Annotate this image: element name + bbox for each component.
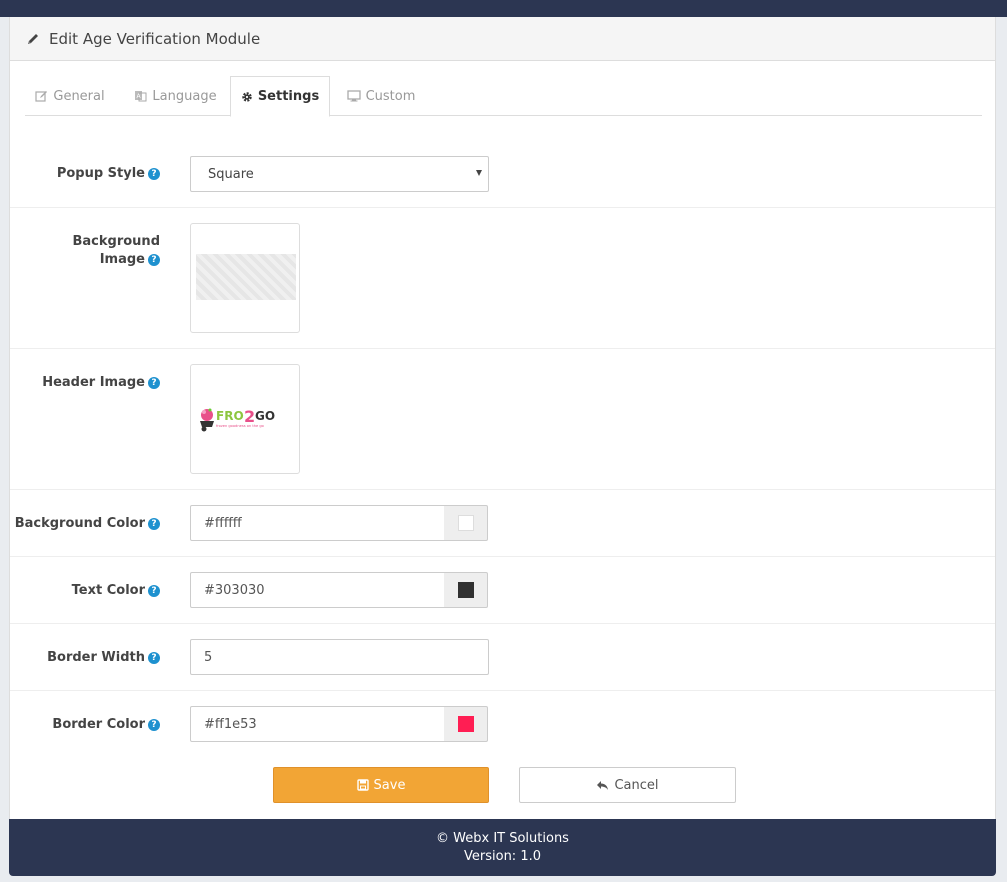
header-image-label: Header Image? xyxy=(10,374,160,392)
popup-style-row: Popup Style? Square xyxy=(10,141,995,208)
footer-copyright: © Webx IT Solutions xyxy=(436,831,569,846)
edit-panel: Edit Age Verification Module General A L… xyxy=(9,17,996,819)
help-icon[interactable]: ? xyxy=(148,652,160,664)
border-color-row: Border Color? #ff1e53 xyxy=(10,690,995,757)
floppy-disk-icon xyxy=(356,779,369,791)
save-button[interactable]: Save xyxy=(273,767,489,803)
color-swatch xyxy=(457,515,474,531)
tab-settings[interactable]: Settings xyxy=(230,76,330,117)
border-width-row: Border Width? 5 xyxy=(10,623,995,690)
svg-text:GO: GO xyxy=(255,409,275,423)
background-color-input[interactable]: #ffffff xyxy=(190,505,445,541)
border-width-input[interactable]: 5 xyxy=(190,639,489,675)
edit-icon xyxy=(35,90,48,102)
tab-general[interactable]: General xyxy=(25,76,115,116)
border-color-label: Border Color? xyxy=(10,716,160,734)
background-pattern-image xyxy=(196,254,296,300)
border-width-label: Border Width? xyxy=(10,649,160,667)
background-image-row: Background Image? xyxy=(10,207,995,348)
caret-down-icon xyxy=(476,170,482,176)
header-image-thumbnail[interactable]: FRO 2 GO frozen goodness on the go xyxy=(190,364,300,474)
background-image-label: Background Image? xyxy=(72,234,160,267)
page-title: Edit Age Verification Module xyxy=(49,29,261,48)
help-icon[interactable]: ? xyxy=(148,168,160,180)
popup-style-select[interactable]: Square xyxy=(190,156,489,192)
footer-version: Version: 1.0 xyxy=(464,849,541,864)
color-swatch xyxy=(457,716,474,732)
text-color-row: Text Color? #303030 xyxy=(10,556,995,623)
help-icon[interactable]: ? xyxy=(148,254,160,266)
tab-language[interactable]: A Language xyxy=(123,76,228,116)
popup-style-label: Popup Style? xyxy=(10,165,160,183)
help-icon[interactable]: ? xyxy=(148,719,160,731)
cancel-button[interactable]: Cancel xyxy=(519,767,736,803)
text-color-picker[interactable] xyxy=(444,572,488,608)
background-image-thumbnail[interactable] xyxy=(190,223,300,333)
tab-custom[interactable]: Custom xyxy=(337,76,425,116)
background-color-picker[interactable] xyxy=(444,505,488,541)
footer: © Webx IT Solutions Version: 1.0 xyxy=(9,819,996,876)
svg-text:FRO: FRO xyxy=(216,409,244,423)
text-color-input[interactable]: #303030 xyxy=(190,572,445,608)
background-color-row: Background Color? #ffffff xyxy=(10,489,995,556)
color-swatch xyxy=(457,582,474,598)
gear-icon xyxy=(241,91,253,103)
reply-arrow-icon xyxy=(596,780,609,791)
header-image-row: Header Image? FRO 2 GO frozen goodness o… xyxy=(10,348,995,489)
background-color-label: Background Color? xyxy=(10,515,160,533)
border-color-input[interactable]: #ff1e53 xyxy=(190,706,445,742)
fro2go-logo: FRO 2 GO frozen goodness on the go xyxy=(200,407,275,432)
help-icon[interactable]: ? xyxy=(148,585,160,597)
tab-bar: General A Language Settings Custom xyxy=(25,76,982,117)
top-bar xyxy=(0,0,1007,17)
text-color-label: Text Color? xyxy=(10,582,160,600)
help-icon[interactable]: ? xyxy=(148,377,160,389)
language-icon: A xyxy=(134,90,147,102)
help-icon[interactable]: ? xyxy=(148,518,160,530)
border-color-picker[interactable] xyxy=(444,706,488,742)
monitor-icon xyxy=(346,90,361,102)
pencil-icon xyxy=(25,31,41,47)
svg-text:frozen goodness on the go: frozen goodness on the go xyxy=(216,424,264,428)
panel-heading: Edit Age Verification Module xyxy=(10,17,995,61)
